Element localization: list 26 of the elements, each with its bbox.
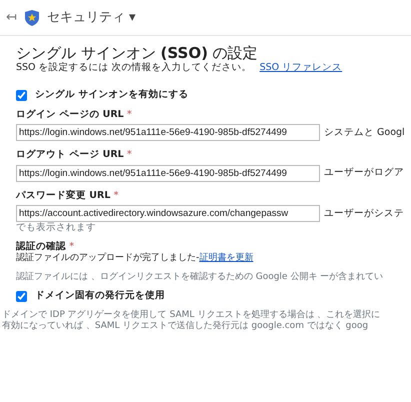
field-label: パスワード変更 URL * — [16, 190, 120, 201]
field-label: ログイン ページの URL * — [16, 108, 133, 120]
shield-icon — [24, 10, 39, 26]
reference-link[interactable]: SSO リファレンス — [260, 62, 342, 74]
field-hint: でも表示されます — [16, 222, 97, 234]
field-label: 認証の確認 * — [16, 241, 76, 252]
description-text: 有効になっていれば 、SAML リクエストで送信した発行元は google.com ではなく goog — [2, 320, 370, 332]
url-field[interactable]: https://account.activedirectory.windowsazure.com/changepassw — [16, 204, 320, 222]
checkbox[interactable] — [16, 290, 27, 302]
page-title: シングル サインオン (SSO) の設定 — [16, 44, 259, 62]
field-label: ログアウト ページ URL * — [16, 149, 133, 161]
field-hint: ユーザーがシステ — [324, 208, 404, 220]
checkbox-label: シングル サインオンを有効にする — [35, 89, 188, 101]
field-hint: ユーザーがログア — [324, 167, 404, 179]
checkbox[interactable] — [16, 90, 27, 101]
field-hint: システムと Googl — [324, 126, 405, 138]
back-button[interactable]: ↤ — [6, 10, 17, 26]
url-field[interactable]: https://login.windows.net/951a111e-56e9-4190-985b-df5274499 — [16, 124, 320, 142]
certificate-note: 認証ファイルには 、ログインリクエストを確認するための Google 公開キ ーが含まれてい — [16, 272, 384, 282]
checkbox-label: ドメイン固有の発行元を使用 — [35, 290, 165, 302]
update-certificate-link[interactable]: 証明書を更新 — [199, 252, 254, 263]
section-menu[interactable]: セキュリティ ▾ — [46, 8, 136, 28]
status-text: 認証ファイルのアップロードが完了しました-証明書を更新 — [16, 252, 254, 264]
description-text: ドメインで IDP アグリゲータを使用して SAML リクエストを処理する場合は 、これを選択に — [2, 310, 382, 320]
url-field[interactable]: https://login.windows.net/951a111e-56e9-4190-985b-df5274499 — [16, 164, 320, 182]
intro-text: SSO を設定するには 次の情報を入力してください。 — [16, 62, 252, 74]
